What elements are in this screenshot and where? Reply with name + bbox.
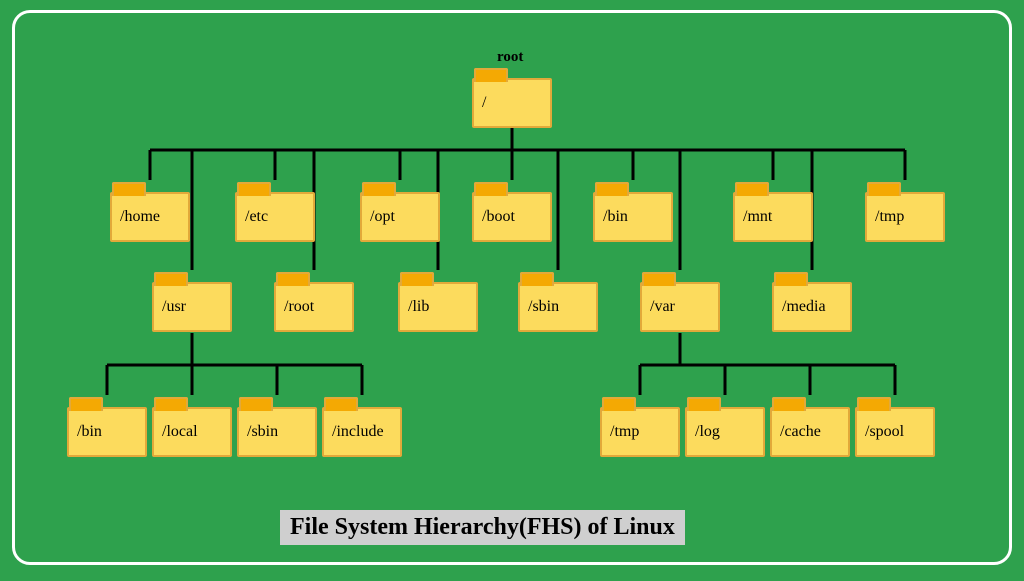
folder-usr-sbin-label: /sbin [247, 423, 278, 441]
folder-var-tmp-label: /tmp [610, 423, 639, 441]
folder-var-cache-label: /cache [780, 423, 821, 441]
folder-usr-label: /usr [162, 298, 186, 316]
folder-lib: /lib [398, 282, 478, 332]
folder-var-label: /var [650, 298, 675, 316]
folder-var: /var [640, 282, 720, 332]
folder-media: /media [772, 282, 852, 332]
folder-etc-label: /etc [245, 208, 268, 226]
folder-var-log-label: /log [695, 423, 720, 441]
folder-var-tmp: /tmp [600, 407, 680, 457]
folder-usr-local: /local [152, 407, 232, 457]
folder-usr-bin-label: /bin [77, 423, 102, 441]
folder-boot: /boot [472, 192, 552, 242]
folder-root-dir-label: /root [284, 298, 314, 316]
folder-usr-include-label: /include [332, 423, 384, 441]
folder-mnt-label: /mnt [743, 208, 772, 226]
folder-sbin: /sbin [518, 282, 598, 332]
folder-var-cache: /cache [770, 407, 850, 457]
folder-usr-local-label: /local [162, 423, 198, 441]
folder-opt-label: /opt [370, 208, 395, 226]
folder-opt: /opt [360, 192, 440, 242]
folder-boot-label: /boot [482, 208, 515, 226]
folder-root-dir: /root [274, 282, 354, 332]
folder-root-label: / [482, 94, 486, 112]
folder-mnt: /mnt [733, 192, 813, 242]
root-title: root [497, 49, 523, 66]
diagram-caption: File System Hierarchy(FHS) of Linux [280, 510, 685, 545]
folder-sbin-label: /sbin [528, 298, 559, 316]
folder-usr-bin: /bin [67, 407, 147, 457]
folder-lib-label: /lib [408, 298, 429, 316]
folder-home: /home [110, 192, 190, 242]
folder-usr: /usr [152, 282, 232, 332]
folder-tmp-label: /tmp [875, 208, 904, 226]
folder-var-spool: /spool [855, 407, 935, 457]
folder-home-label: /home [120, 208, 160, 226]
folder-var-spool-label: /spool [865, 423, 904, 441]
folder-usr-sbin: /sbin [237, 407, 317, 457]
folder-root: / [472, 78, 552, 128]
folder-usr-include: /include [322, 407, 402, 457]
folder-bin-label: /bin [603, 208, 628, 226]
folder-media-label: /media [782, 298, 826, 316]
folder-bin: /bin [593, 192, 673, 242]
folder-etc: /etc [235, 192, 315, 242]
folder-tmp: /tmp [865, 192, 945, 242]
folder-var-log: /log [685, 407, 765, 457]
